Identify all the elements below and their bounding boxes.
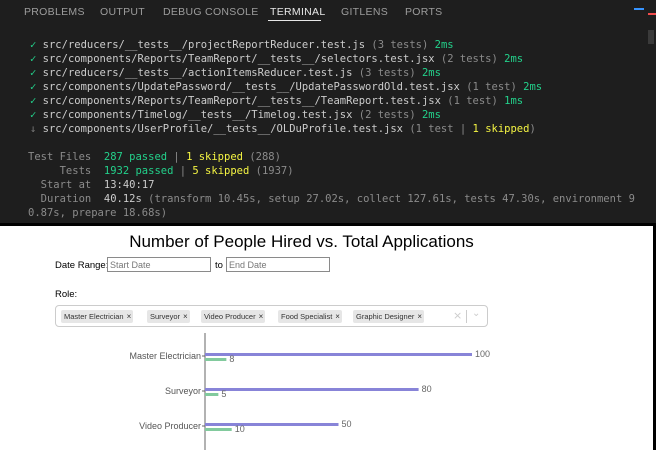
test-result-line: ✓ src/components/Timelog/__tests__/Timel… bbox=[30, 109, 441, 121]
role-multiselect[interactable]: Master Electrician × Surveyor × Video Prod… bbox=[55, 305, 488, 327]
role-label: Role: bbox=[55, 289, 78, 300]
summary-tests: Tests 1932 passed | 5 skipped (1937) bbox=[59, 165, 294, 177]
chevron-down-icon[interactable]: ⌄ bbox=[472, 308, 480, 319]
end-date-input[interactable] bbox=[226, 257, 330, 272]
terminal-scrollbar[interactable] bbox=[648, 30, 654, 44]
bar-hired[interactable] bbox=[205, 393, 219, 396]
category-label: Surveyor bbox=[165, 386, 201, 396]
bar-hired[interactable] bbox=[205, 428, 232, 431]
tab-output[interactable]: OUTPUT bbox=[100, 6, 145, 18]
test-result-line: ✓ src/reducers/__tests__/actionItemsRedu… bbox=[30, 67, 441, 79]
value-label: 80 bbox=[422, 384, 432, 394]
terminal-panel: PROBLEMS OUTPUT DEBUG CONSOLE TERMINAL G… bbox=[0, 0, 656, 223]
tab-ports[interactable]: PORTS bbox=[405, 6, 442, 18]
check-icon: ✓ bbox=[30, 109, 37, 121]
role-chip: Food Specialist × bbox=[278, 310, 342, 323]
summary-start: Start at 13:40:17 bbox=[40, 179, 155, 191]
error-marker-icon bbox=[648, 13, 656, 15]
panel-tabs: PROBLEMS OUTPUT DEBUG CONSOLE TERMINAL G… bbox=[0, 0, 656, 24]
remove-chip-icon[interactable]: × bbox=[259, 310, 264, 323]
report-page: Number of People Hired vs. Total Applica… bbox=[0, 226, 653, 450]
value-label: 50 bbox=[342, 419, 352, 429]
role-chip: Surveyor × bbox=[147, 310, 190, 323]
check-icon: ✓ bbox=[30, 39, 37, 51]
summary-test-files: Test Files 287 passed | 1 skipped (288) bbox=[28, 151, 281, 163]
remove-chip-icon[interactable]: × bbox=[127, 310, 132, 323]
summary-duration-wrap: 0.87s, prepare 18.68s) bbox=[28, 207, 168, 219]
remove-chip-icon[interactable]: × bbox=[417, 310, 422, 323]
role-chip: Graphic Designer × bbox=[353, 310, 425, 323]
active-tab-indicator bbox=[268, 20, 321, 21]
role-chip: Master Electrician × bbox=[61, 310, 134, 323]
to-label: to bbox=[215, 260, 223, 271]
bar-applications[interactable] bbox=[205, 388, 419, 391]
screen: PROBLEMS OUTPUT DEBUG CONSOLE TERMINAL G… bbox=[0, 0, 656, 450]
terminal-output[interactable]: ✓ src/reducers/__tests__/projectReportRe… bbox=[28, 38, 635, 219]
category-label: Master Electrician bbox=[129, 351, 201, 361]
date-range-label: Date Range: bbox=[55, 260, 109, 271]
check-icon: ✓ bbox=[30, 53, 37, 65]
test-result-line: ✓ src/reducers/__tests__/projectReportRe… bbox=[30, 39, 454, 51]
remove-chip-icon[interactable]: × bbox=[335, 310, 340, 323]
tab-terminal[interactable]: TERMINAL bbox=[270, 6, 326, 18]
bar-applications[interactable] bbox=[205, 353, 472, 356]
indicator-separator bbox=[466, 310, 467, 323]
hired-vs-applications-chart: Master Electrician 100 8 Surveyor 80 5 Video P… bbox=[129, 333, 490, 450]
check-icon: ✓ bbox=[30, 95, 37, 107]
check-icon: ✓ bbox=[30, 81, 37, 93]
skipped-test-line: ↓ src/components/UserProfile/__tests__/O… bbox=[30, 123, 536, 135]
test-result-line: ✓ src/components/Reports/TeamReport/__te… bbox=[30, 53, 524, 65]
test-result-line: ✓ src/components/Reports/TeamReport/__te… bbox=[30, 95, 524, 107]
bar-applications[interactable] bbox=[205, 423, 339, 426]
minimap-marker-icon bbox=[634, 8, 644, 10]
tab-debug-console[interactable]: DEBUG CONSOLE bbox=[163, 6, 259, 18]
role-chip: Video Producer × bbox=[201, 310, 266, 323]
tab-problems[interactable]: PROBLEMS bbox=[24, 6, 85, 18]
page-title: Number of People Hired vs. Total Applica… bbox=[129, 232, 474, 251]
value-label: 5 bbox=[221, 389, 226, 399]
skip-arrow-icon: ↓ bbox=[30, 123, 37, 135]
clear-selection-icon[interactable]: × bbox=[453, 309, 462, 322]
value-label: 8 bbox=[229, 354, 234, 364]
test-result-line: ✓ src/components/UpdatePassword/__tests_… bbox=[30, 81, 543, 93]
check-icon: ✓ bbox=[30, 67, 37, 79]
value-label: 10 bbox=[235, 424, 245, 434]
summary-duration: Duration 40.12s (transform 10.45s, setup… bbox=[40, 193, 635, 205]
category-label: Video Producer bbox=[139, 421, 201, 431]
start-date-input[interactable] bbox=[107, 257, 211, 272]
remove-chip-icon[interactable]: × bbox=[183, 310, 188, 323]
bar-hired[interactable] bbox=[205, 358, 227, 361]
tab-gitlens[interactable]: GITLENS bbox=[341, 6, 388, 18]
value-label: 100 bbox=[475, 349, 490, 359]
